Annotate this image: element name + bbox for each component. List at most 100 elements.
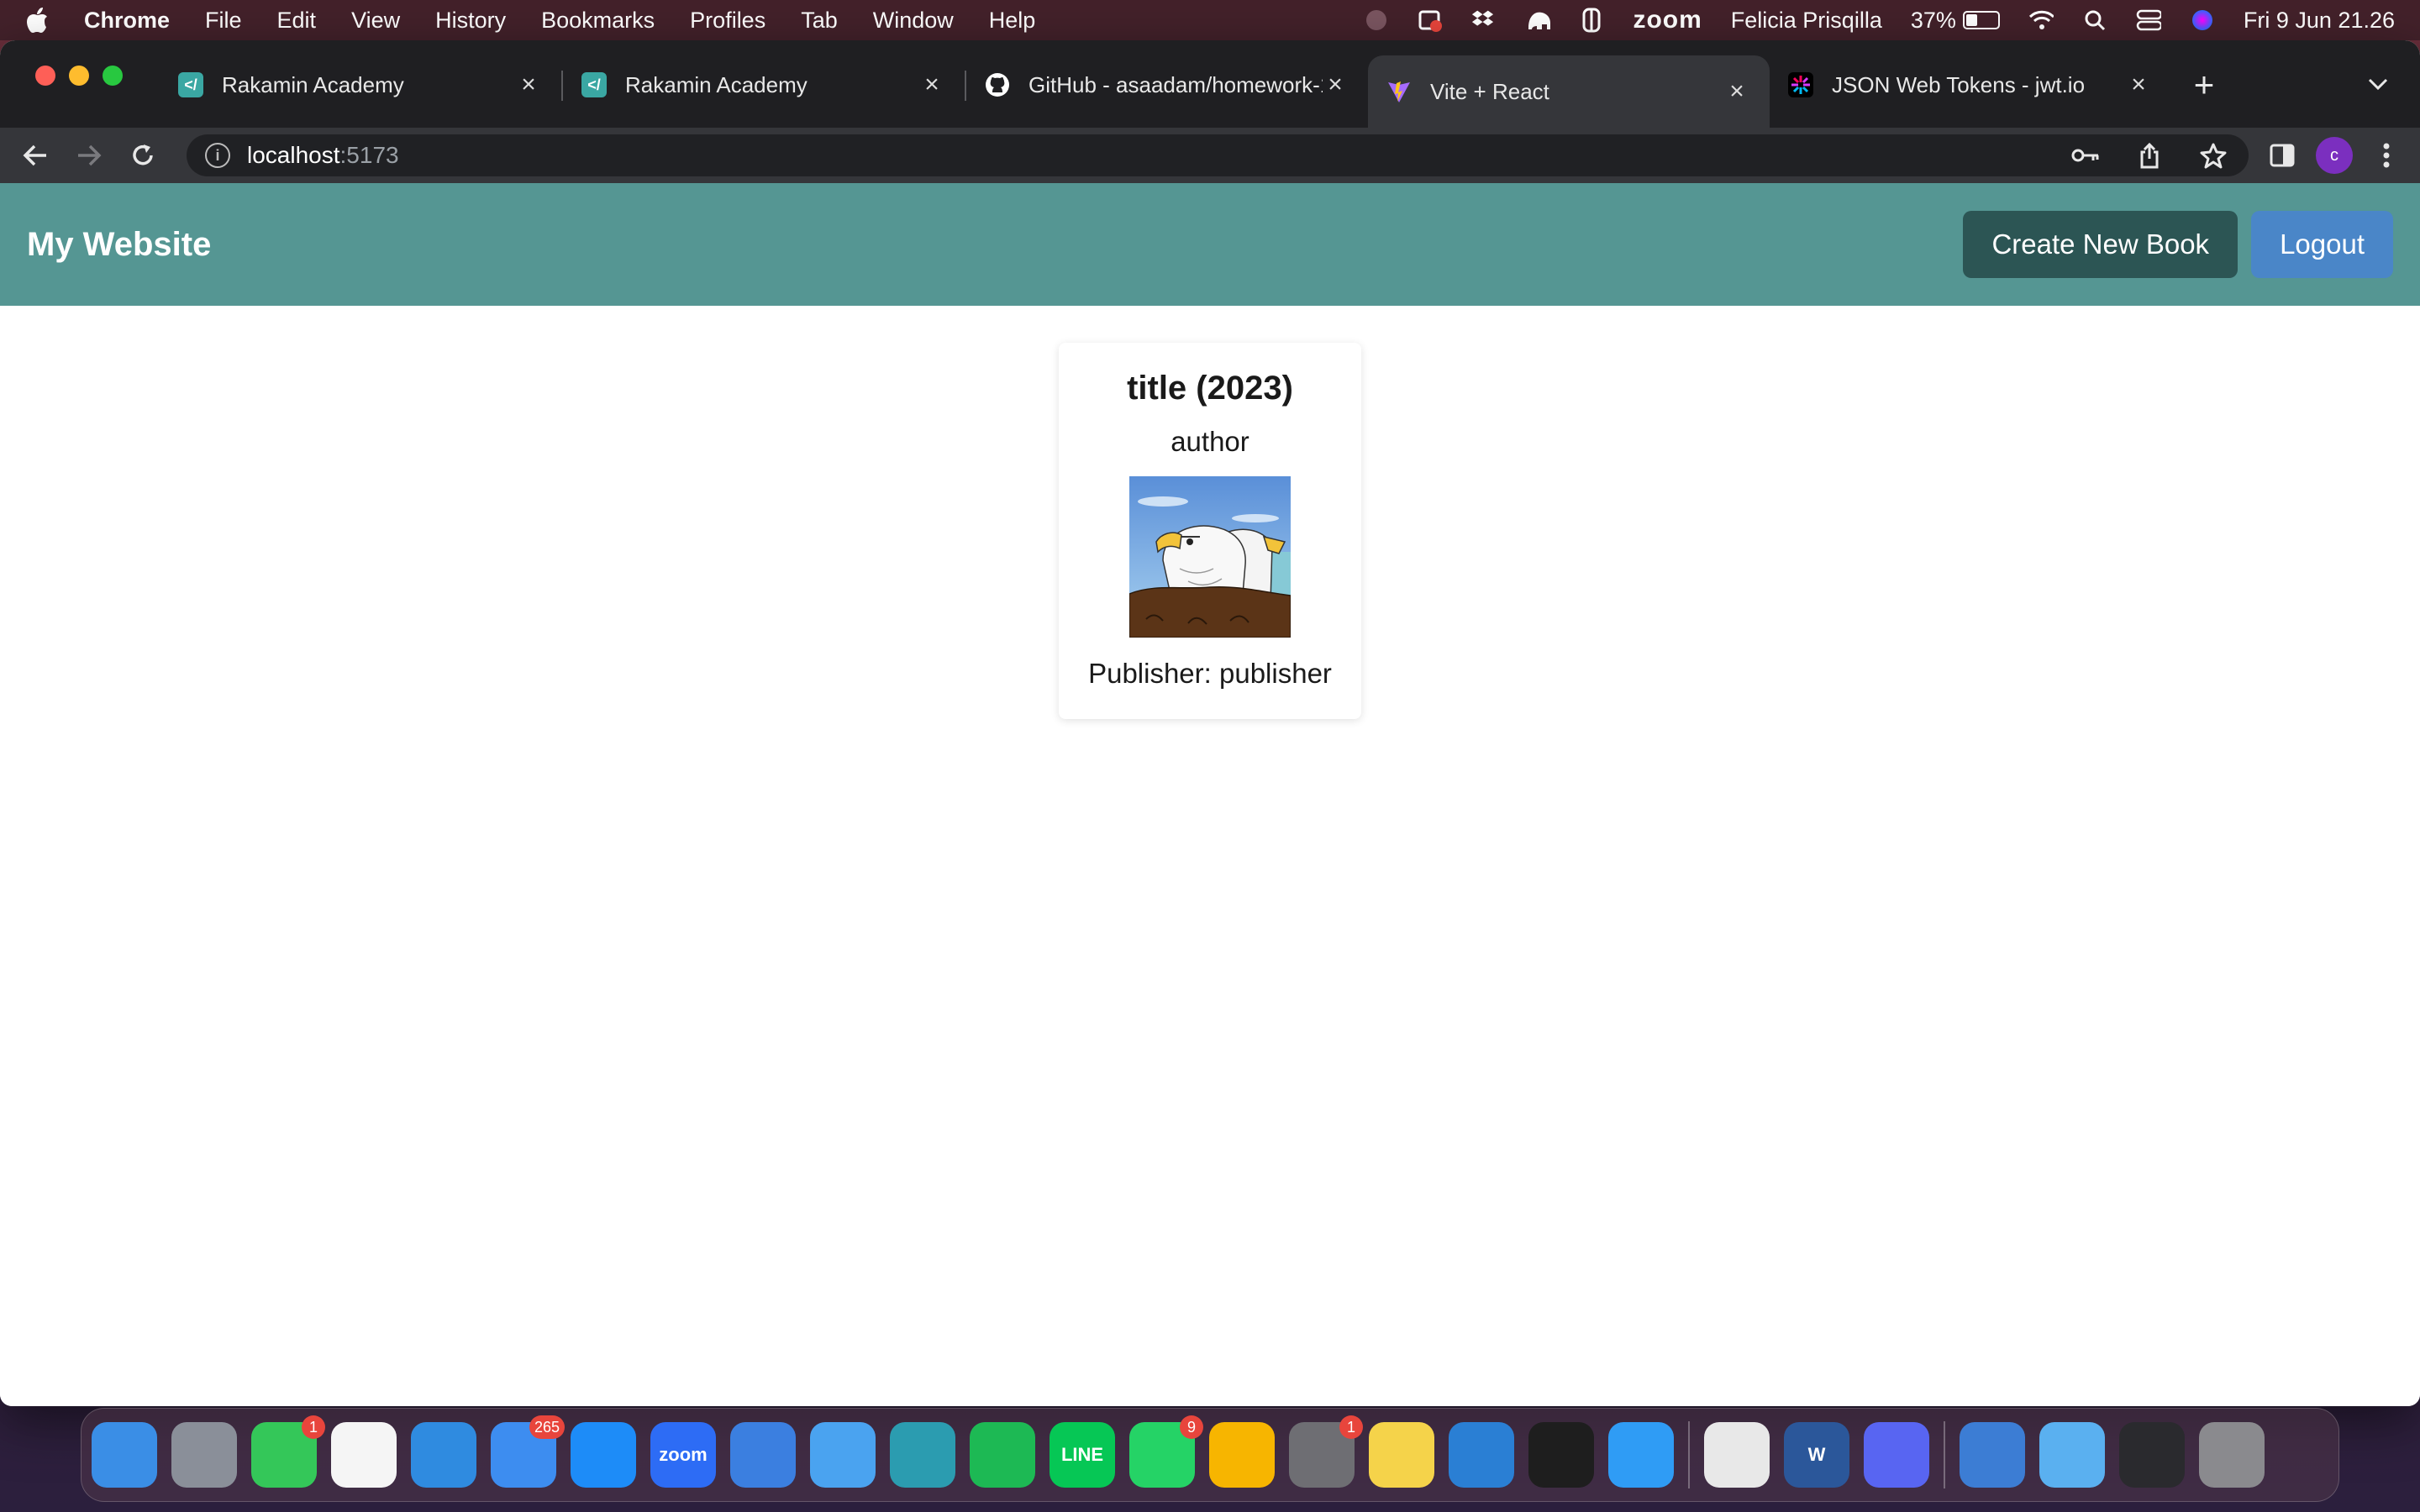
elephant-icon[interactable] bbox=[1525, 8, 1551, 33]
site-title[interactable]: My Website bbox=[27, 226, 211, 264]
battery-indicator[interactable]: 37% bbox=[1911, 8, 2000, 34]
book-publisher: Publisher: publisher bbox=[1088, 658, 1332, 689]
dock-spotify-icon[interactable] bbox=[970, 1422, 1035, 1488]
dock-figma-icon[interactable] bbox=[1528, 1422, 1594, 1488]
dock-launchpad-icon[interactable] bbox=[171, 1422, 237, 1488]
book-cover-image bbox=[1129, 476, 1291, 638]
dock-downloads-folder-icon[interactable] bbox=[2039, 1422, 2105, 1488]
jwt-icon bbox=[1788, 72, 1813, 97]
dock-chrome-icon[interactable] bbox=[1704, 1422, 1770, 1488]
dock-system-settings-icon[interactable]: 1 bbox=[1289, 1415, 1363, 1488]
create-new-book-button[interactable]: Create New Book bbox=[1963, 211, 2238, 278]
page-content: My Website Create New Book Logout title … bbox=[0, 183, 2420, 1406]
share-icon[interactable] bbox=[2133, 139, 2166, 172]
tab-jwt[interactable]: JSON Web Tokens - jwt.io × bbox=[1770, 55, 2171, 114]
menu-profiles[interactable]: Profiles bbox=[690, 8, 765, 34]
dock-line-icon[interactable]: LINE bbox=[1050, 1422, 1115, 1488]
window-controls bbox=[35, 66, 123, 86]
dock-screenshot-stack-icon[interactable] bbox=[2119, 1422, 2185, 1488]
menu-kebab-icon[interactable] bbox=[2370, 139, 2403, 172]
site-info-icon[interactable]: i bbox=[205, 143, 230, 168]
address-host: localhost bbox=[247, 142, 340, 168]
dock-app-store-icon[interactable] bbox=[571, 1422, 636, 1488]
dock-vscode-icon[interactable] bbox=[1449, 1422, 1514, 1488]
forward-icon[interactable] bbox=[71, 137, 108, 174]
tabs: </ Rakamin Academy × </ Rakamin Academy … bbox=[160, 55, 2171, 128]
site-header: My Website Create New Book Logout bbox=[0, 183, 2420, 306]
bookmark-star-icon[interactable] bbox=[2196, 139, 2230, 172]
github-icon bbox=[985, 72, 1010, 97]
dock-mindnode-icon[interactable] bbox=[890, 1422, 955, 1488]
zoom-status-label[interactable]: zoom bbox=[1633, 6, 1702, 34]
dock-safari-icon[interactable] bbox=[1608, 1422, 1674, 1488]
reload-icon[interactable] bbox=[124, 137, 161, 174]
menu-file[interactable]: File bbox=[205, 8, 242, 34]
dock-xcode-simulator-icon[interactable] bbox=[730, 1422, 796, 1488]
minimize-window-button[interactable] bbox=[69, 66, 89, 86]
wifi-icon[interactable] bbox=[2028, 8, 2054, 33]
menubar-clock[interactable]: Fri 9 Jun 21.26 bbox=[2244, 8, 2395, 34]
control-center-icon[interactable] bbox=[2136, 8, 2161, 33]
dock-notes-icon[interactable] bbox=[1369, 1422, 1434, 1488]
menu-edit[interactable]: Edit bbox=[277, 8, 317, 34]
close-window-button[interactable] bbox=[35, 66, 55, 86]
side-panel-icon[interactable] bbox=[2265, 139, 2299, 172]
logout-button[interactable]: Logout bbox=[2251, 211, 2393, 278]
tab-github[interactable]: GitHub - asaadam/homework-1 × bbox=[966, 55, 1368, 114]
menu-help[interactable]: Help bbox=[989, 8, 1036, 34]
dock-photos-icon[interactable] bbox=[331, 1422, 397, 1488]
rakamin-icon: </ bbox=[178, 72, 203, 97]
new-tab-button[interactable]: + bbox=[2183, 64, 2225, 106]
close-tab-icon[interactable]: × bbox=[919, 71, 944, 98]
dock-trash-icon[interactable] bbox=[2199, 1422, 2265, 1488]
dock-xcode-icon[interactable] bbox=[810, 1422, 876, 1488]
close-tab-icon[interactable]: × bbox=[1724, 77, 1749, 105]
tab-vite-react[interactable]: Vite + React × bbox=[1368, 55, 1770, 128]
tab-rakamin-1[interactable]: </ Rakamin Academy × bbox=[160, 55, 561, 114]
tab-search-chevron-icon[interactable] bbox=[2361, 67, 2395, 101]
tab-title: Rakamin Academy bbox=[222, 71, 404, 97]
tab-rakamin-2[interactable]: </ Rakamin Academy × bbox=[563, 55, 965, 114]
back-icon[interactable] bbox=[17, 137, 54, 174]
profile-avatar[interactable]: c bbox=[2316, 137, 2353, 174]
apple-icon[interactable] bbox=[25, 7, 50, 34]
figma-status-icon[interactable] bbox=[1579, 8, 1604, 33]
close-tab-icon[interactable]: × bbox=[516, 71, 541, 98]
dock-keynote-icon[interactable] bbox=[411, 1422, 476, 1488]
user-name[interactable]: Felicia Prisqilla bbox=[1731, 8, 1882, 34]
dock-finder-icon[interactable] bbox=[92, 1422, 157, 1488]
tab-title: Vite + React bbox=[1430, 78, 1549, 104]
menu-tab[interactable]: Tab bbox=[801, 8, 838, 34]
dock-icon-label: zoom bbox=[659, 1444, 708, 1465]
battery-icon bbox=[1962, 11, 2000, 29]
dock-divider bbox=[1944, 1421, 1945, 1488]
menu-window[interactable]: Window bbox=[873, 8, 954, 34]
menu-bookmarks[interactable]: Bookmarks bbox=[541, 8, 655, 34]
dock-badge: 9 bbox=[1180, 1415, 1203, 1439]
dock-mail-icon[interactable]: 265 bbox=[491, 1415, 565, 1488]
close-tab-icon[interactable]: × bbox=[1323, 71, 1348, 98]
dock-network-globe-icon[interactable] bbox=[1960, 1422, 2025, 1488]
spotlight-search-icon[interactable] bbox=[2082, 8, 2107, 33]
calendar-status-icon[interactable] bbox=[1418, 8, 1443, 33]
close-tab-icon[interactable]: × bbox=[2126, 71, 2151, 98]
record-icon[interactable] bbox=[1364, 8, 1389, 33]
dock-zoom-icon[interactable]: zoom bbox=[650, 1422, 716, 1488]
dock-word-icon[interactable]: W bbox=[1784, 1422, 1849, 1488]
book-card[interactable]: title (2023) author Publisher: publisher bbox=[1059, 343, 1361, 719]
dock-whatsapp-icon[interactable]: 9 bbox=[1129, 1415, 1203, 1488]
menu-view[interactable]: View bbox=[351, 8, 400, 34]
dock-discord-icon[interactable] bbox=[1864, 1422, 1929, 1488]
dock-badge: 1 bbox=[1339, 1415, 1363, 1439]
password-key-icon[interactable] bbox=[2069, 139, 2102, 172]
maximize-window-button[interactable] bbox=[103, 66, 123, 86]
address-bar[interactable]: i localhost:5173 bbox=[187, 134, 2249, 176]
menu-history[interactable]: History bbox=[435, 8, 506, 34]
book-title: title (2023) bbox=[1127, 370, 1293, 407]
dock-messages-icon[interactable]: 1 bbox=[251, 1415, 325, 1488]
menubar-app-name[interactable]: Chrome bbox=[84, 8, 170, 34]
dropbox-icon[interactable] bbox=[1471, 8, 1497, 33]
rakamin-icon: </ bbox=[581, 72, 607, 97]
siri-icon[interactable] bbox=[2190, 8, 2215, 33]
dock-sketch-icon[interactable] bbox=[1209, 1422, 1275, 1488]
